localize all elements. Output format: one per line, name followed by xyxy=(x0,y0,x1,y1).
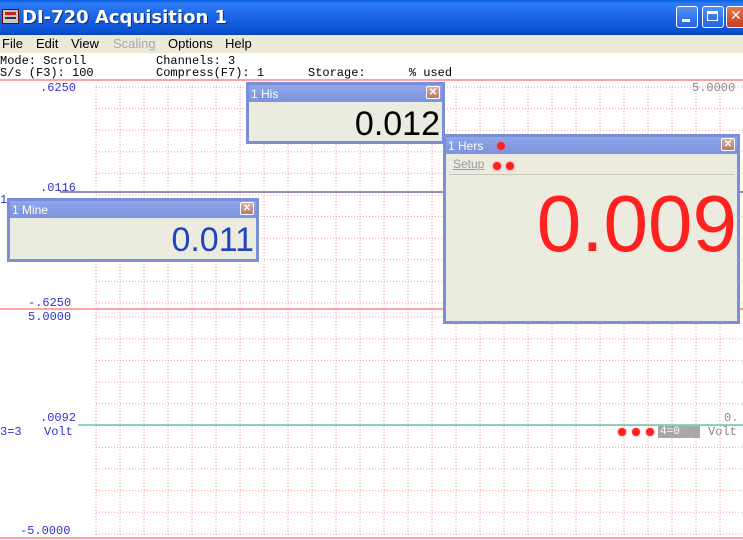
meter-hers-value: 0.009 xyxy=(536,179,737,268)
marker-dot xyxy=(646,428,654,436)
marker-dot xyxy=(632,428,640,436)
minimize-button[interactable] xyxy=(676,6,698,28)
menu-help[interactable]: Help xyxy=(225,36,252,51)
meter-window-mine[interactable]: 1 Mine ✕ 0.011 xyxy=(7,198,259,262)
meter-his-title: 1 His xyxy=(251,87,279,101)
meter-mine-value: 0.011 xyxy=(171,221,254,259)
ch1-scale-mid: .0116 xyxy=(40,181,77,195)
app-icon[interactable] xyxy=(2,9,19,24)
menu-bar: File Edit View Scaling Options Help xyxy=(0,35,743,53)
meter-mine-title: 1 Mine xyxy=(12,203,49,217)
meter-window-his[interactable]: 1 His ✕ 0.012 xyxy=(246,82,445,144)
ch2-scale-mid: .0092 xyxy=(40,411,77,425)
meter-hers-indicator-dot xyxy=(497,142,505,150)
ch1-scale-top: .6250 xyxy=(40,81,77,95)
ch1-right-scale: 5.0000 xyxy=(692,81,736,95)
meter-hers-setup-dot xyxy=(506,162,514,170)
ch2-scale-bottom: -5.0000 xyxy=(20,524,71,538)
meter-hers-close-button[interactable]: ✕ xyxy=(721,138,735,151)
marker-dot xyxy=(618,428,626,436)
meter-his-caption[interactable]: 1 His ✕ xyxy=(249,85,442,102)
meter-hers-setup-button[interactable]: Setup xyxy=(453,157,484,171)
channel-marker-tag[interactable]: 4=0 xyxy=(658,426,700,438)
menu-options[interactable]: Options xyxy=(168,36,213,51)
meter-his-value: 0.012 xyxy=(354,105,440,143)
menu-view[interactable]: View xyxy=(71,36,99,51)
menu-edit[interactable]: Edit xyxy=(36,36,58,51)
maximize-button[interactable] xyxy=(702,6,724,28)
ch2-left-label: 3=3 xyxy=(0,425,22,439)
menu-scaling: Scaling xyxy=(113,36,156,51)
meter-hers-title: 1 Hers xyxy=(448,139,484,153)
meter-mine-caption[interactable]: 1 Mine ✕ xyxy=(10,201,256,218)
title-bar[interactable]: DI-720 Acquisition 1 xyxy=(0,0,743,35)
meter-hers-caption[interactable]: 1 Hers ✕ xyxy=(446,137,737,154)
ch1-scale-bottom: -.6250 xyxy=(28,296,72,310)
meter-hers-setup-dot xyxy=(493,162,501,170)
window-title: DI-720 Acquisition 1 xyxy=(22,7,228,28)
ch2-right-unit: Volt xyxy=(708,425,737,439)
ch2-unit: Volt xyxy=(44,425,73,439)
meter-window-hers[interactable]: 1 Hers ✕ Setup 0.009 xyxy=(443,134,740,324)
meter-mine-close-button[interactable]: ✕ xyxy=(240,202,254,215)
meter-his-close-button[interactable]: ✕ xyxy=(426,86,440,99)
ch2-scale-top: 5.0000 xyxy=(28,310,72,324)
meter-hers-divider xyxy=(449,174,734,175)
close-button[interactable] xyxy=(726,6,743,28)
menu-file[interactable]: File xyxy=(2,36,23,51)
ch2-right-scale: 0. xyxy=(724,411,739,425)
